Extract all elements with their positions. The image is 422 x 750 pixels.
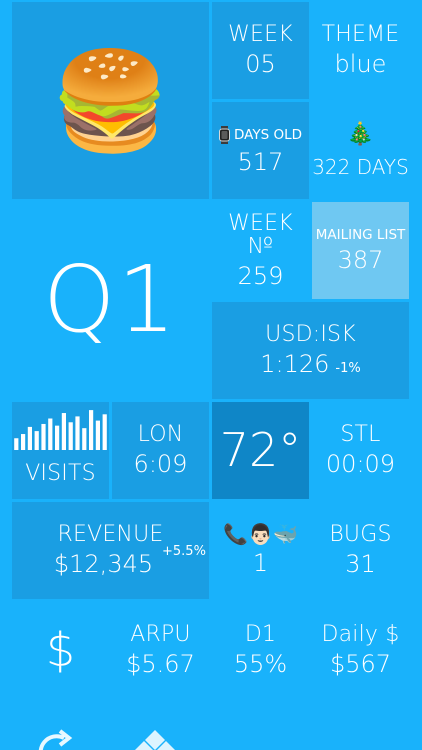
visits-bar — [27, 426, 32, 450]
visits-bar — [61, 413, 66, 450]
mailing-list-label: MAILING LIST — [315, 226, 406, 243]
bugs-value: 31 — [345, 550, 376, 579]
week-value: 05 — [245, 50, 276, 79]
days-old-tile[interactable]: DAYS OLD 517 — [212, 102, 309, 199]
usd-isk-tile[interactable]: USD:ISK 1:126 -1% — [212, 302, 409, 399]
week-no-label: WEEK № — [228, 210, 293, 259]
tree-days-value: 322 DAYS — [312, 154, 409, 179]
theme-tile[interactable]: THEME blue — [312, 2, 409, 99]
emoji-tile[interactable]: 📞👨🏻🐳 1 — [212, 502, 309, 599]
week-no-tile[interactable]: WEEK № 259 — [212, 202, 309, 299]
mailing-list-tile[interactable]: MAILING LIST 387 — [312, 202, 409, 299]
week-no-value: 259 — [237, 262, 284, 290]
visits-tile[interactable]: VISITS — [12, 402, 109, 499]
usd-isk-label: USD:ISK — [265, 322, 356, 348]
revenue-change: +5.5% — [162, 544, 206, 559]
visits-bar — [75, 416, 80, 450]
quarter-tile[interactable]: Q1 — [12, 202, 209, 399]
burger-tile[interactable]: 🍔 — [12, 2, 209, 199]
temperature-tile[interactable]: 72° — [212, 402, 309, 499]
theme-value: blue — [334, 50, 387, 79]
d1-tile[interactable]: D1 55% — [212, 602, 309, 699]
emoji-value: 1 — [252, 549, 269, 578]
stl-label: STL — [340, 422, 381, 448]
stl-value: 00:09 — [325, 450, 396, 479]
layout-grid-icon[interactable] — [132, 728, 178, 750]
visits-bar — [41, 423, 46, 450]
arpu-tile[interactable]: ARPU $5.67 — [112, 602, 209, 699]
lon-tile[interactable]: LON 6:09 — [112, 402, 209, 499]
visits-sparkline — [12, 402, 109, 450]
d1-value: 55% — [233, 650, 288, 679]
visits-bar — [102, 414, 107, 450]
daily-label: Daily $ — [321, 622, 400, 648]
temperature-value: 72° — [219, 423, 302, 478]
phone-man-whale-icons: 📞👨🏻🐳 — [223, 522, 298, 547]
week-tile[interactable]: WEEK 05 — [212, 2, 309, 99]
dollar-icon: $ — [45, 623, 76, 678]
bugs-tile[interactable]: BUGS 31 — [312, 502, 409, 599]
daily-value: $567 — [329, 650, 392, 679]
theme-label: THEME — [321, 22, 400, 48]
bugs-label: BUGS — [329, 522, 392, 548]
revenue-tile[interactable]: REVENUE $12,345 +5.5% — [12, 502, 209, 599]
mailing-list-value: 387 — [337, 245, 384, 274]
visits-bar — [55, 425, 60, 450]
visits-bar — [89, 410, 94, 450]
arpu-label: ARPU — [130, 622, 191, 648]
daily-tile[interactable]: Daily $ $567 — [312, 602, 409, 699]
dollar-tile[interactable]: $ — [12, 602, 109, 699]
revenue-value: $12,345 — [53, 550, 154, 579]
tree-days-tile[interactable]: 🎄 322 DAYS — [312, 102, 409, 199]
quarter-value: Q1 — [43, 246, 178, 354]
hamburger-icon: 🍔 — [50, 44, 171, 157]
days-old-label: DAYS OLD — [234, 126, 302, 143]
visits-bar — [21, 434, 26, 450]
visits-bar — [34, 431, 39, 450]
visits-label: VISITS — [25, 460, 96, 486]
visits-bar — [14, 438, 19, 450]
usd-isk-value: 1:126 — [260, 350, 330, 379]
christmas-tree-icon: 🎄 — [346, 122, 375, 148]
usd-isk-change: -1% — [335, 361, 361, 377]
days-old-value: 517 — [237, 147, 284, 176]
stl-tile[interactable]: STL 00:09 — [312, 402, 409, 499]
visits-bar — [82, 428, 87, 450]
watch-icon — [219, 125, 230, 144]
d1-label: D1 — [244, 622, 277, 648]
visits-bar — [95, 420, 100, 450]
revenue-label: REVENUE — [57, 522, 164, 548]
lon-value: 6:09 — [133, 450, 188, 479]
visits-bar — [68, 422, 73, 450]
lon-label: LON — [137, 422, 184, 448]
arpu-value: $5.67 — [126, 650, 195, 679]
week-label: WEEK — [228, 22, 293, 48]
visits-bar — [48, 418, 53, 450]
refresh-icon[interactable] — [38, 728, 82, 750]
